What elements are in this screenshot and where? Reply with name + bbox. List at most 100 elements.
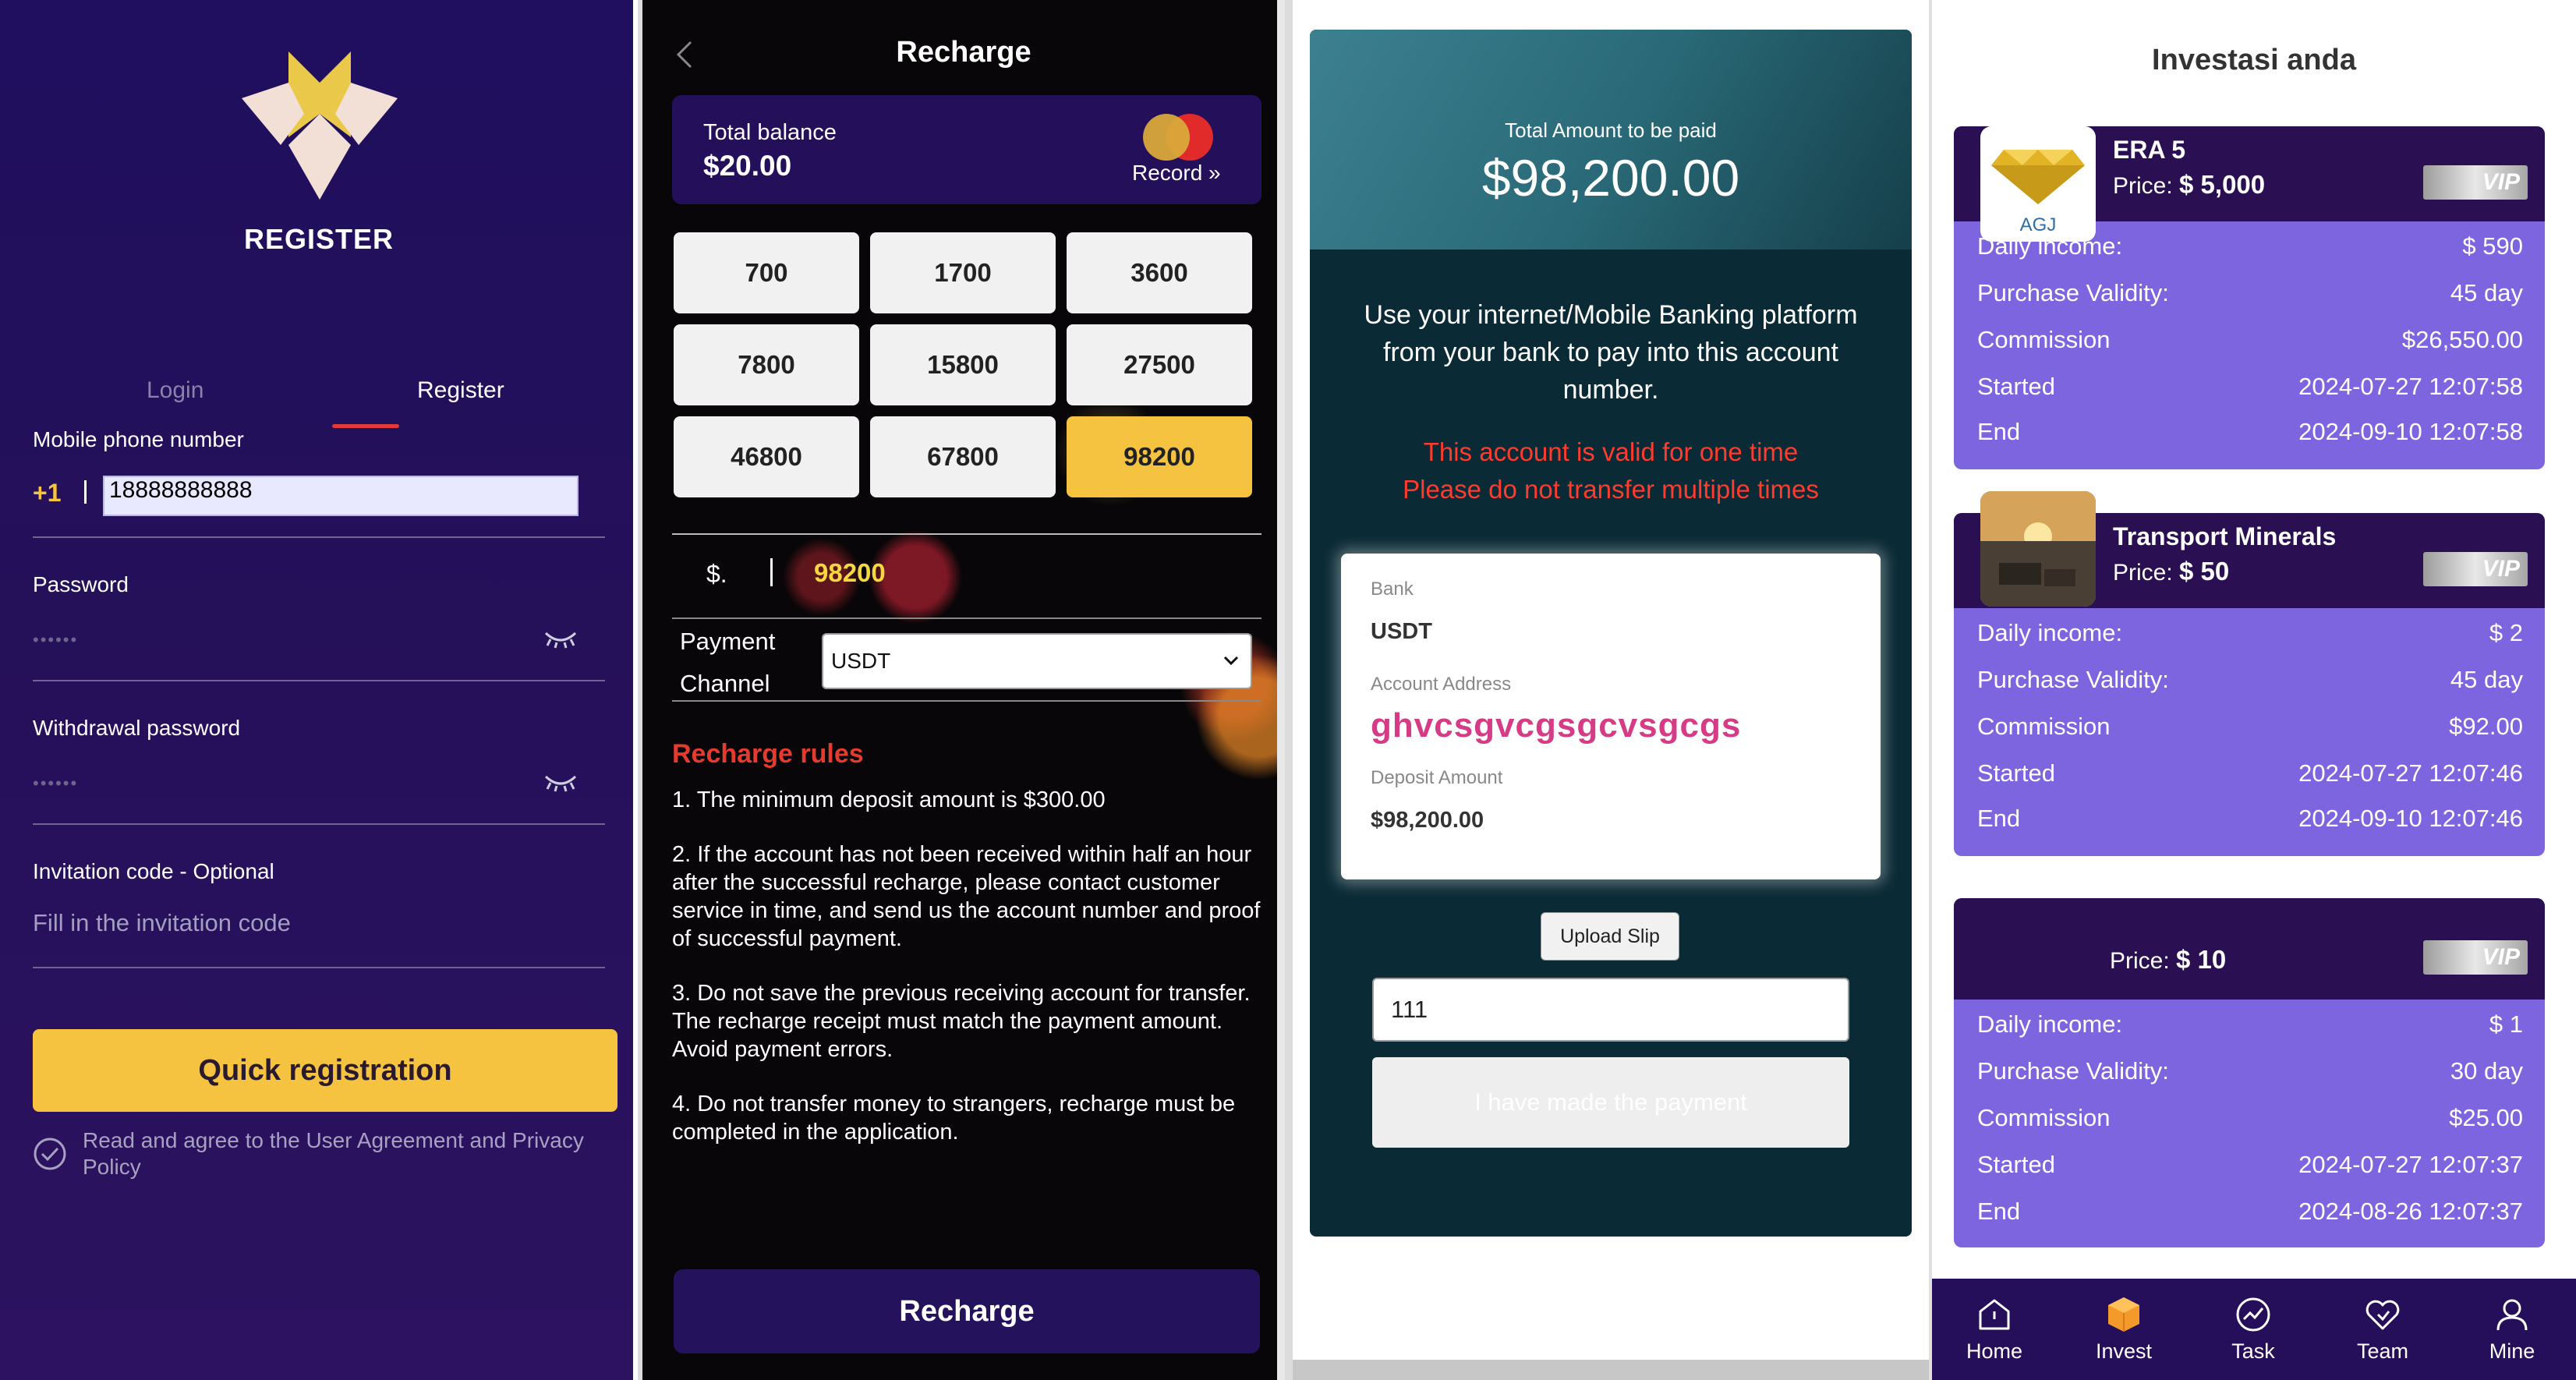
detail-row: Started 2024-07-27 12:07:58 — [1977, 373, 2523, 419]
withdrawal-label: Withdrawal password — [33, 716, 241, 740]
row-label: Purchase Validity: — [1977, 666, 2169, 693]
tab-mine[interactable]: Mine — [2465, 1294, 2559, 1364]
row-label: End — [1977, 418, 2021, 445]
record-link[interactable]: Record » — [1132, 161, 1221, 186]
row-value: 45 day — [2450, 279, 2523, 306]
rules-list: 1. The minimum deposit amount is $300.00… — [672, 786, 1277, 1173]
password-input[interactable]: •••••• — [33, 630, 78, 650]
row-value: $25.00 — [2449, 1104, 2523, 1131]
tab-login[interactable]: Login — [147, 377, 203, 404]
product-image — [1980, 491, 2096, 607]
invitation-label: Invitation code - Optional — [33, 859, 274, 883]
brand-logo — [242, 51, 398, 200]
price-value: $ 5,000 — [2179, 170, 2266, 199]
product-name: Transport Minerals — [2113, 522, 2337, 550]
detail-row: Purchase Validity: 45 day — [1977, 666, 2523, 713]
amount-option[interactable]: 15800 — [870, 324, 1056, 405]
divider — [84, 480, 87, 504]
row-label: Commission — [1977, 326, 2111, 353]
country-code[interactable]: +1 — [33, 479, 61, 508]
price-label: Price: — [2110, 948, 2170, 974]
row-value: $26,550.00 — [2401, 326, 2523, 353]
page-title: Investasi anda — [2152, 44, 2356, 76]
divider — [672, 700, 1261, 702]
check-circle-icon[interactable] — [33, 1137, 67, 1171]
amount-option[interactable]: 98200 — [1067, 416, 1252, 497]
row-label: Commission — [1977, 1104, 2111, 1131]
detail-row: Commission $26,550.00 — [1977, 326, 2523, 373]
product-price: Price: $ 50 — [2113, 557, 2229, 586]
product-name: ERA 5 — [2113, 136, 2186, 164]
row-label: Started — [1977, 1151, 2055, 1178]
phone-input[interactable]: 18888888888 — [103, 476, 579, 516]
payment-made-button[interactable]: I have made the payment — [1372, 1057, 1849, 1148]
upload-slip-button[interactable]: Upload Slip — [1541, 912, 1679, 961]
detail-row: End 2024-09-10 12:07:46 — [1977, 805, 2523, 851]
tab-label: Home — [1966, 1339, 2023, 1363]
row-value: 2024-07-27 12:07:58 — [2298, 373, 2523, 400]
address-value[interactable]: ghvcsgvcgsgcvsgcgs — [1371, 706, 1741, 745]
agreement-text[interactable]: Read and agree to the User Agreement and… — [83, 1127, 613, 1180]
tab-indicator — [332, 424, 399, 428]
divider — [33, 967, 605, 968]
investment-card[interactable]: AGJ ERA 5 Price: $ 5,000 VIP Daily incom… — [1954, 126, 2545, 469]
total-label: Total Amount to be paid — [1505, 119, 1717, 142]
deposit-value: $98,200.00 — [1371, 808, 1484, 833]
vip-badge: VIP — [2423, 552, 2528, 586]
recharge-button[interactable]: Recharge — [674, 1269, 1260, 1353]
investment-card[interactable]: Price: $ 10 VIP Daily income: $ 1 Purchas… — [1954, 898, 2545, 1247]
divider — [33, 823, 605, 825]
detail-row: Daily income: $ 1 — [1977, 1010, 2523, 1057]
divider — [770, 558, 773, 586]
amount-option[interactable]: 7800 — [674, 324, 859, 405]
rules-title: Recharge rules — [672, 739, 864, 769]
amount-option[interactable]: 3600 — [1067, 232, 1252, 313]
quick-registration-button[interactable]: Quick registration — [33, 1029, 617, 1112]
horizontal-scrollbar[interactable] — [1293, 1360, 1929, 1380]
bank-details: Bank USDT Account Address ghvcsgvcgsgcvs… — [1341, 554, 1881, 879]
row-label: End — [1977, 805, 2021, 832]
amount-option[interactable]: 46800 — [674, 416, 859, 497]
divider — [33, 536, 605, 538]
deposit-label: Deposit Amount — [1371, 767, 1503, 788]
invitation-input[interactable]: Fill in the invitation code — [33, 909, 291, 937]
payment-card: Total Amount to be paid $98,200.00 Use y… — [1310, 30, 1912, 1237]
team-icon — [2365, 1300, 2400, 1330]
amount-option[interactable]: 1700 — [870, 232, 1056, 313]
divider — [672, 533, 1261, 535]
vip-badge: VIP — [2423, 940, 2528, 975]
product-price: Price: $ 10 — [2110, 945, 2226, 975]
tab-team[interactable]: Team — [2336, 1294, 2429, 1364]
price-label: Price: — [2113, 173, 2173, 199]
eye-closed-icon[interactable] — [543, 772, 579, 792]
withdrawal-password-input[interactable]: •••••• — [33, 773, 78, 794]
rule-item: 2. If the account has not been received … — [672, 842, 1261, 951]
investment-card[interactable]: Transport Minerals Price: $ 50 VIP Daily… — [1954, 491, 2545, 856]
slip-input[interactable]: 111 — [1372, 978, 1849, 1042]
eye-closed-icon[interactable] — [543, 628, 579, 649]
row-label: Commission — [1977, 713, 2111, 740]
amount-option[interactable]: 27500 — [1067, 324, 1252, 405]
address-label: Account Address — [1371, 674, 1512, 695]
tab-task[interactable]: Task — [2206, 1294, 2300, 1364]
row-label: Daily income: — [1977, 1010, 2123, 1038]
password-label: Password — [33, 572, 129, 596]
row-value: 2024-08-26 12:07:37 — [2298, 1198, 2523, 1225]
tab-register[interactable]: Register — [417, 377, 504, 404]
home-icon — [1979, 1299, 2010, 1330]
payment-panel: Total Amount to be paid $98,200.00 Use y… — [1293, 0, 1929, 1380]
recharge-panel: Recharge Total balance $20.00 Record » 7… — [642, 0, 1285, 1380]
balance-card: Total balance $20.00 Record » — [672, 95, 1261, 204]
amount-option[interactable]: 700 — [674, 232, 859, 313]
detail-row: Purchase Validity: 45 day — [1977, 279, 2523, 326]
warning-line: Please do not transfer multiple times — [1403, 475, 1819, 504]
balance-label: Total balance — [703, 120, 837, 145]
chevron-down-icon — [1223, 656, 1239, 666]
payment-channel-select[interactable]: USDT — [822, 633, 1252, 689]
amount-input[interactable]: 98200 — [814, 558, 886, 588]
tab-home[interactable]: Home — [1948, 1294, 2041, 1364]
tab-label: Invest — [2095, 1339, 2153, 1363]
detail-row: Purchase Validity: 30 day — [1977, 1057, 2523, 1104]
tab-invest[interactable]: Invest — [2077, 1294, 2171, 1364]
amount-option[interactable]: 67800 — [870, 416, 1056, 497]
